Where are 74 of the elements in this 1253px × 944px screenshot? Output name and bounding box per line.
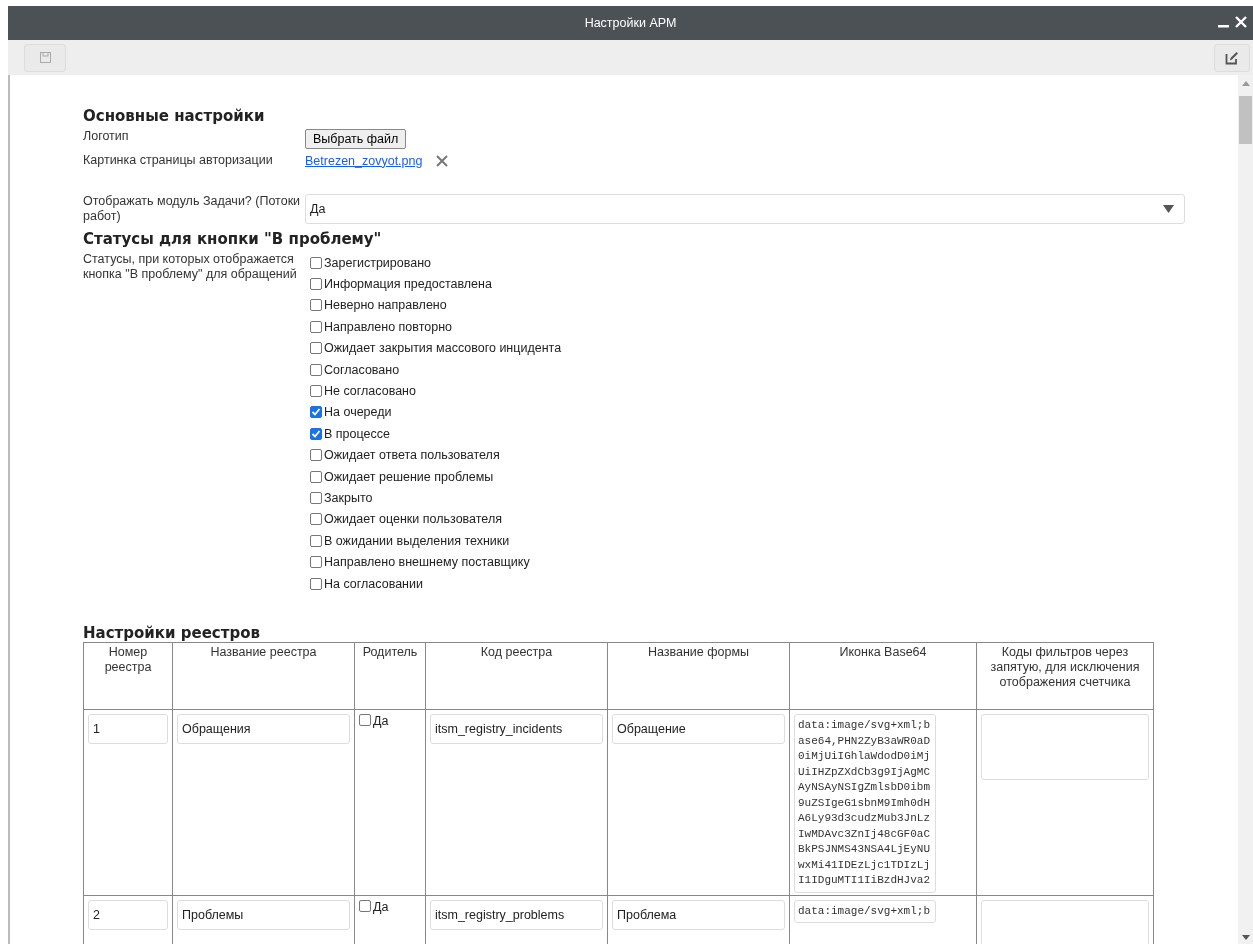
checkbox[interactable] [310, 470, 322, 483]
dropdown-caret-icon [1163, 205, 1174, 213]
column-header: Родитель [354, 642, 426, 710]
checkbox-label: Направлено повторно [324, 319, 452, 334]
checkbox-label: Да [373, 714, 389, 729]
pencil-square-icon [1225, 50, 1239, 65]
checkbox-label: Да [373, 899, 389, 914]
checkbox[interactable] [310, 363, 322, 376]
column-header: Код реестра [425, 642, 608, 710]
checkbox[interactable] [310, 385, 322, 398]
checkbox[interactable] [310, 320, 322, 333]
checkbox[interactable] [310, 492, 322, 504]
checkbox[interactable] [310, 556, 322, 569]
module-select[interactable]: Да [305, 194, 1185, 224]
filter-codes-field[interactable] [981, 714, 1149, 781]
number-field[interactable]: 1 [88, 714, 168, 745]
field-label: Логотип [83, 129, 130, 145]
checkbox[interactable] [310, 577, 322, 590]
choose-file-button[interactable]: Выбрать файл [305, 129, 407, 149]
checkbox[interactable] [310, 299, 322, 312]
form-name-field[interactable]: Проблема [612, 899, 785, 930]
checkbox-label: Направлено внешнему поставщику [324, 555, 530, 570]
scroll-up-icon[interactable] [1241, 81, 1250, 86]
checkbox-label: В процессе [324, 426, 390, 441]
checkbox-label: В ожидании выделения техники [324, 533, 510, 548]
checkbox-label: Не согласовано [324, 384, 416, 399]
checkbox-label: Зарегистрировано [324, 255, 432, 270]
field-label: Отображать модуль Задачи? (Потоки работ) [83, 194, 302, 224]
column-header: Название реестра [172, 642, 355, 710]
name-field[interactable]: Обращения [177, 714, 350, 745]
checkbox[interactable] [310, 427, 322, 440]
icon-base64-field[interactable]: data:image/svg+xml;b [794, 899, 936, 924]
window-title: Настройки АРМ [584, 16, 677, 30]
section-heading: Настройки реестров [83, 624, 261, 643]
checkbox-label: Ожидает закрытия массового инцидента [324, 341, 562, 356]
checkbox[interactable] [310, 534, 322, 547]
column-header: Коды фильтров через запятую, для исключения отображения счетчика [976, 642, 1154, 710]
remove-icon[interactable] [436, 154, 449, 167]
column-header: Иконка Base64 [789, 642, 977, 710]
file-link[interactable]: Betrezen_zovyot.png [305, 153, 423, 168]
checkbox-label: На очереди [324, 405, 392, 420]
scrollbar[interactable] [1238, 75, 1253, 944]
checkbox-label: Ожидает ответа пользователя [324, 448, 500, 463]
checkbox-label: Неверно направлено [324, 298, 447, 313]
checkbox[interactable] [359, 899, 371, 912]
field-label: Картинка страницы авторизации [83, 153, 274, 168]
checkbox[interactable] [310, 342, 322, 355]
form-name-field[interactable]: Обращение [612, 714, 785, 745]
number-field[interactable]: 2 [88, 899, 168, 930]
checkbox-label: Ожидает решение проблемы [324, 469, 494, 484]
icon-base64-field[interactable]: data:image/svg+xml;base64,PHN2ZyB3aWR0aD0iMjUiIGhlaWdodD0iMjUiIHZpZXdCb3g9IjAgMCAyNSAyNSIgZmlsbD0ibm9uZSIgeG1sbnM9Imh0dHA6Ly93d3cudzMub3JnLzIwMDAvc3ZnIj48cGF0aCBkPSJNMS43NSA4LjEyNUwxMi41IDEzLjc1TDIzLjI1IDguMTI1IiBzdHJva2 [794, 714, 936, 893]
checkbox[interactable] [310, 513, 322, 526]
checkbox[interactable] [359, 714, 371, 727]
scrollbar-thumb[interactable] [1239, 96, 1252, 144]
checkbox[interactable] [310, 256, 322, 269]
name-field[interactable]: Проблемы [177, 899, 350, 930]
checkbox-label: На согласовании [324, 576, 423, 591]
column-header: Номер реестра [83, 642, 173, 710]
checkbox[interactable] [310, 406, 322, 419]
scroll-down-icon[interactable] [1241, 935, 1250, 940]
edit-button[interactable] [1214, 43, 1250, 72]
column-header: Название формы [607, 642, 790, 710]
checkbox[interactable] [310, 278, 322, 291]
checkbox-label: Информация предоставлена [324, 277, 492, 292]
field-label: Статусы, при которых отображается кнопка "В проблему" для обращений [83, 252, 298, 283]
checkbox-label: Закрыто [324, 491, 373, 505]
code-field[interactable]: itsm_registry_problems [430, 899, 603, 930]
checkbox[interactable] [310, 449, 322, 462]
checkbox-label: Согласовано [324, 362, 400, 377]
code-field[interactable]: itsm_registry_incidents [430, 714, 603, 745]
close-icon[interactable] [1235, 16, 1247, 28]
checkbox-label: Ожидает оценки пользователя [324, 512, 502, 527]
section-heading: Статусы для кнопки "В проблему" [83, 230, 383, 248]
section-heading: Основные настройки [83, 107, 266, 125]
